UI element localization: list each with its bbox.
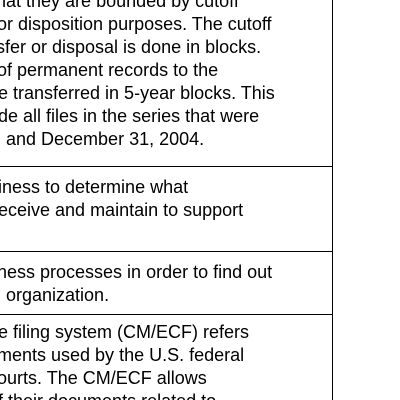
- definition-text-line: iness to determine what: [0, 177, 189, 197]
- definition-text-line: and December 31, 2004.: [6, 129, 205, 149]
- definition-text-line: e transferred in 5-year blocks. This: [0, 83, 275, 103]
- definition-text-line: de all files in the series that were: [0, 106, 260, 126]
- definition-text-line: or disposition purposes. The cutoff: [0, 14, 272, 34]
- definition-text-line: f their documents related to: [0, 390, 216, 400]
- definition-text-line: organization.: [6, 285, 110, 305]
- definition-text-line: of permanent records to the: [0, 60, 219, 80]
- table-row: iness to determine what eceive and maint…: [0, 167, 332, 251]
- glossary-table: hat they are bounded by cutoff or dispos…: [0, 0, 400, 400]
- table-row: ness processes in order to find out orga…: [0, 252, 332, 314]
- table-row: hat they are bounded by cutoff or dispos…: [0, 0, 332, 166]
- definition-text-line: ourts. The CM/ECF allows: [0, 368, 207, 388]
- column-border: [332, 0, 333, 400]
- definition-text-line: hat they are bounded by cutoff: [0, 0, 239, 11]
- definition-text-line: ments used by the U.S. federal: [0, 345, 245, 365]
- definition-text-line: eceive and maintain to support: [0, 200, 244, 220]
- definition-text-line: ness processes in order to find out: [0, 262, 273, 282]
- definition-text-line: sfer or disposal is done in blocks.: [0, 37, 262, 57]
- definition-text-line: e filing system (CM/ECF) refers: [0, 322, 250, 342]
- table-row: e filing system (CM/ECF) refers ments us…: [0, 315, 332, 400]
